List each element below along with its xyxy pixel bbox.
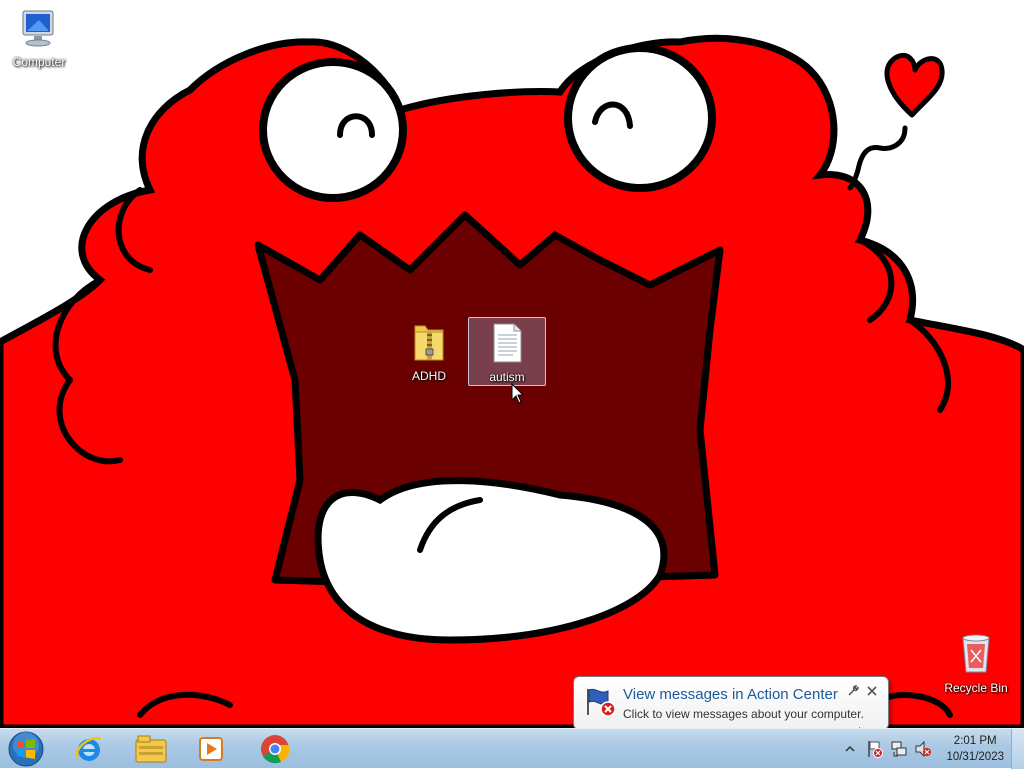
start-button[interactable]	[4, 730, 48, 768]
adhd-label: ADHD	[411, 369, 446, 383]
computer-desktop-icon[interactable]: Computer	[8, 8, 70, 69]
action-center-notification[interactable]: View messages in Action Center Click to …	[573, 676, 889, 743]
clock-time: 2:01 PM	[953, 735, 997, 747]
taskbar: 2:01 PM 10/31/2023	[0, 728, 1024, 769]
network-icon[interactable]	[890, 740, 908, 758]
windows-logo-icon	[8, 731, 44, 767]
taskbar-clock[interactable]: 2:01 PM 10/31/2023	[946, 733, 1004, 765]
recycle-bin-label: Recycle Bin	[944, 681, 1008, 695]
mouse-cursor-icon	[511, 383, 525, 404]
zip-folder-icon	[414, 325, 444, 361]
taskbar-internet-explorer[interactable]	[62, 731, 116, 767]
windows-explorer-icon	[135, 735, 167, 763]
taskbar-chrome[interactable]	[248, 731, 302, 767]
creature-right-eye	[564, 44, 716, 192]
action-center-flag-icon	[587, 688, 616, 717]
notification-title: View messages in Action Center	[623, 686, 838, 703]
chrome-icon	[261, 735, 290, 764]
show-hidden-icons-chevron-icon[interactable]	[844, 744, 856, 754]
autism-label: autism	[489, 370, 525, 384]
creature-left-eye	[259, 58, 407, 202]
volume-muted-icon[interactable]	[914, 741, 932, 757]
show-desktop-button[interactable]	[1011, 729, 1024, 769]
wrench-icon[interactable]	[847, 685, 859, 697]
computer-icon	[22, 10, 54, 47]
internet-explorer-icon	[75, 736, 102, 761]
autism-file-icon[interactable]: autism	[468, 317, 546, 386]
recycle-bin-desktop-icon[interactable]: Recycle Bin	[938, 630, 1014, 695]
action-center-tray-flag-icon[interactable]	[866, 739, 884, 759]
adhd-folder-icon[interactable]: ADHD	[396, 318, 462, 386]
media-player-icon	[199, 737, 223, 761]
taskbar-windows-explorer[interactable]	[124, 731, 178, 767]
recycle-bin-icon	[962, 634, 990, 673]
clock-date: 10/31/2023	[946, 751, 1004, 763]
text-document-icon	[493, 323, 522, 363]
close-icon[interactable]	[866, 685, 878, 697]
taskbar-media-player[interactable]	[184, 731, 238, 767]
computer-label: Computer	[12, 55, 66, 69]
notification-body: Click to view messages about your comput…	[623, 707, 864, 721]
